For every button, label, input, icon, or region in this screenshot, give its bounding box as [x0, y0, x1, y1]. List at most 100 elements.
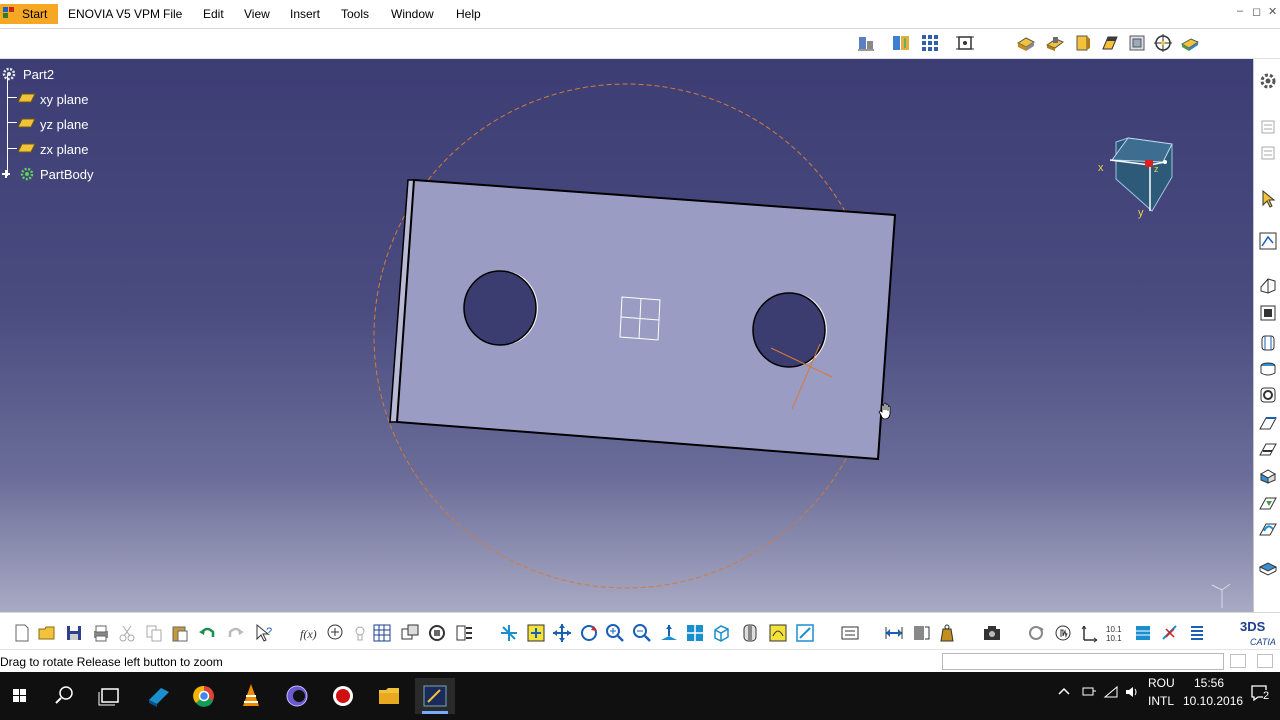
formula-icon[interactable]: f(x) [299, 623, 319, 643]
sketcher-icon[interactable] [1258, 231, 1278, 251]
close-button[interactable]: ✕ [1268, 5, 1277, 18]
copy-icon[interactable] [144, 623, 164, 643]
table-icon[interactable] [372, 623, 392, 643]
language-indicator-top[interactable]: ROU [1148, 676, 1175, 690]
design-table-icon[interactable] [400, 623, 420, 643]
shaft-icon[interactable] [1072, 33, 1092, 53]
fit-all-in-icon[interactable] [526, 623, 546, 643]
update-icon[interactable] [840, 623, 860, 643]
shading-icon[interactable] [740, 623, 760, 643]
multi-sections-solid-icon[interactable] [1127, 33, 1147, 53]
tray-expand-chevron-icon[interactable] [1057, 685, 1071, 699]
pad-side-icon[interactable] [1258, 275, 1278, 295]
rib-icon[interactable] [1100, 33, 1120, 53]
wifi-icon[interactable] [1103, 685, 1119, 699]
measure-between-icon[interactable] [884, 623, 904, 643]
removed-multi-section-icon[interactable] [1258, 519, 1278, 539]
language-indicator-bottom[interactable]: INTL [1148, 694, 1174, 708]
expand-plus-icon[interactable] [1, 169, 11, 179]
menu-enovia[interactable]: ENOVIA V5 VPM [68, 7, 160, 21]
pan-icon[interactable] [552, 623, 572, 643]
whats-this-help-icon[interactable]: ? [254, 623, 274, 643]
minimize-button[interactable]: – [1237, 5, 1243, 17]
compass-widget[interactable]: x y z [1098, 137, 1173, 219]
instantiate-icon[interactable] [427, 623, 447, 643]
multi-section-side-icon[interactable] [1258, 493, 1278, 513]
examine-hand-icon[interactable] [1053, 623, 1073, 643]
menu-tools[interactable]: Tools [341, 7, 369, 21]
stiffener-icon[interactable] [1258, 465, 1278, 485]
undo-icon[interactable] [197, 623, 217, 643]
command-clear-button[interactable] [1230, 654, 1246, 668]
knowledge-advisor-icon[interactable] [325, 623, 345, 643]
menu-insert[interactable]: Insert [290, 7, 320, 21]
rotate-icon[interactable] [579, 623, 599, 643]
swap-visible-space-icon[interactable] [795, 623, 815, 643]
clock-date[interactable]: 10.10.2016 [1183, 694, 1243, 708]
apply-material-icon[interactable] [1133, 623, 1153, 643]
pad-icon[interactable] [1016, 33, 1036, 53]
mass-properties-icon[interactable] [937, 623, 957, 643]
task-view-icon[interactable] [90, 678, 130, 714]
zoom-out-icon[interactable] [632, 623, 652, 643]
zoom-in-icon[interactable] [605, 623, 625, 643]
pocket-icon[interactable] [1045, 33, 1065, 53]
print-icon[interactable] [91, 623, 111, 643]
constraints-icon[interactable] [454, 623, 474, 643]
normal-view-icon[interactable] [659, 623, 679, 643]
quick-view-icon[interactable] [685, 623, 705, 643]
revolve-icon[interactable] [1258, 333, 1278, 353]
measure-item-icon[interactable] [911, 623, 931, 643]
sketch-analysis-icon[interactable] [1160, 623, 1180, 643]
vlc-icon[interactable] [231, 678, 271, 714]
numeric-analysis-icon[interactable]: 10.110.1 [1105, 623, 1125, 643]
rib-side-icon[interactable] [1258, 413, 1278, 433]
fly-mode-icon[interactable] [499, 623, 519, 643]
file-explorer-icon[interactable] [369, 678, 409, 714]
manipulation-icon[interactable] [1026, 623, 1046, 643]
camera-icon[interactable] [982, 623, 1002, 643]
menu-edit[interactable]: Edit [203, 7, 224, 21]
grid-icon[interactable] [920, 33, 940, 53]
paste-icon[interactable] [170, 623, 190, 643]
volume-icon[interactable] [1124, 685, 1140, 699]
chrome-icon[interactable] [184, 678, 224, 714]
restore-button[interactable]: ◻ [1252, 5, 1261, 18]
eclipse-icon[interactable] [277, 678, 317, 714]
drafted-pad-icon[interactable] [1258, 303, 1278, 323]
cut-icon[interactable] [117, 623, 137, 643]
settings-gear-icon[interactable] [1258, 71, 1278, 91]
fillet-icon[interactable] [1180, 33, 1200, 53]
search-icon[interactable] [44, 678, 84, 714]
lightbulb-icon[interactable] [350, 623, 370, 643]
hole-side-icon[interactable] [1258, 385, 1278, 405]
open-folder-icon[interactable] [37, 623, 57, 643]
windows-start-icon[interactable] [0, 678, 40, 714]
redo-icon[interactable] [226, 623, 246, 643]
menu-file[interactable]: File [163, 7, 182, 21]
catia-app-icon[interactable] [139, 678, 179, 714]
toolbar-handle-icon[interactable] [1258, 117, 1278, 137]
save-icon[interactable] [64, 623, 84, 643]
list-view-icon[interactable] [1187, 623, 1207, 643]
hole-icon[interactable] [1153, 33, 1173, 53]
menu-window[interactable]: Window [391, 7, 434, 21]
new-document-icon[interactable] [12, 623, 32, 643]
select-arrow-icon[interactable] [1258, 189, 1278, 209]
menu-view[interactable]: View [244, 7, 270, 21]
screen-recorder-icon[interactable] [323, 678, 363, 714]
space-analysis-icon[interactable] [856, 33, 876, 53]
axis-system-small-icon[interactable] [1079, 623, 1099, 643]
axis-system-icon[interactable] [955, 33, 975, 53]
groove-icon[interactable] [1258, 359, 1278, 379]
catalog-browser-icon[interactable] [891, 33, 911, 53]
menu-help[interactable]: Help [456, 7, 481, 21]
clock-time[interactable]: 15:56 [1194, 676, 1224, 690]
slot-icon[interactable] [1258, 439, 1278, 459]
network-plug-icon[interactable] [1081, 685, 1097, 699]
command-help-button[interactable] [1257, 654, 1273, 668]
toolbar-handle-icon[interactable] [1258, 143, 1278, 163]
command-input[interactable] [942, 653, 1224, 670]
isometric-view-icon[interactable] [711, 623, 731, 643]
3d-viewport[interactable]: x y z Part2 xy plane yz plane zx plane P… [0, 59, 1253, 612]
